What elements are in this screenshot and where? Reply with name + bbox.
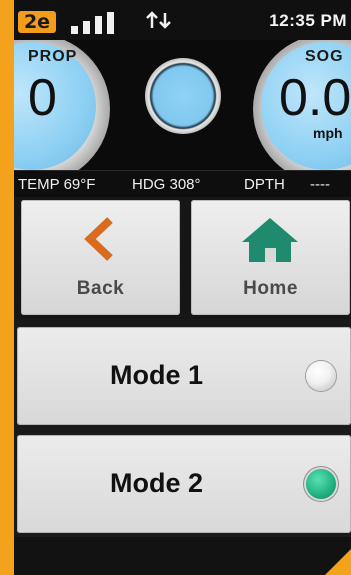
network-badge: 2e (18, 11, 56, 33)
clock: 12:35 PM (269, 11, 347, 30)
mode-2-radio[interactable] (306, 469, 336, 499)
gauge-panel: PROP 0 SOG 0.0 mph (14, 40, 351, 170)
corner-accent (325, 549, 351, 575)
mode-2-option[interactable]: Mode 2 (17, 435, 351, 533)
prop-gauge: PROP 0 (14, 40, 122, 170)
heading-readout: HDG 308° (132, 176, 201, 193)
sog-unit: mph (313, 125, 343, 141)
signal-bars-icon (71, 12, 127, 34)
up-down-arrows-icon (146, 11, 171, 29)
sog-gauge: SOG 0.0 mph (241, 40, 351, 170)
temperature-readout: TEMP 69°F (18, 176, 96, 193)
mode-2-label: Mode 2 (110, 468, 204, 498)
bottom-strip (14, 537, 351, 575)
center-dial (145, 58, 221, 134)
chevron-left-icon (84, 217, 113, 261)
nav-area: Back Home (14, 197, 351, 319)
mode-1-option[interactable]: Mode 1 (17, 327, 351, 425)
mode-1-radio[interactable] (306, 361, 336, 391)
back-button-label: Back (76, 278, 125, 299)
mode-1-label: Mode 1 (110, 360, 204, 390)
prop-value: 0 (28, 69, 57, 127)
status-bar: 2e 12:35 PM (14, 0, 351, 40)
house-icon (242, 218, 298, 262)
depth-value: ---- (310, 176, 330, 193)
home-button[interactable]: Home (191, 200, 350, 315)
screen: 2e 12:35 PM PROP 0 SOG 0.0 mph TEMP 69°F… (14, 0, 351, 575)
device-frame: 2e 12:35 PM PROP 0 SOG 0.0 mph TEMP 69°F… (0, 0, 351, 575)
mode-list: Mode 1 Mode 2 (14, 319, 351, 575)
info-bar: TEMP 69°F HDG 308° DPTH ---- (14, 170, 351, 198)
sog-label: SOG (305, 48, 344, 65)
back-button[interactable]: Back (21, 200, 180, 315)
home-button-label: Home (243, 278, 298, 299)
depth-label: DPTH (244, 176, 285, 193)
prop-label: PROP (28, 48, 78, 65)
sog-value: 0.0 (279, 69, 351, 127)
